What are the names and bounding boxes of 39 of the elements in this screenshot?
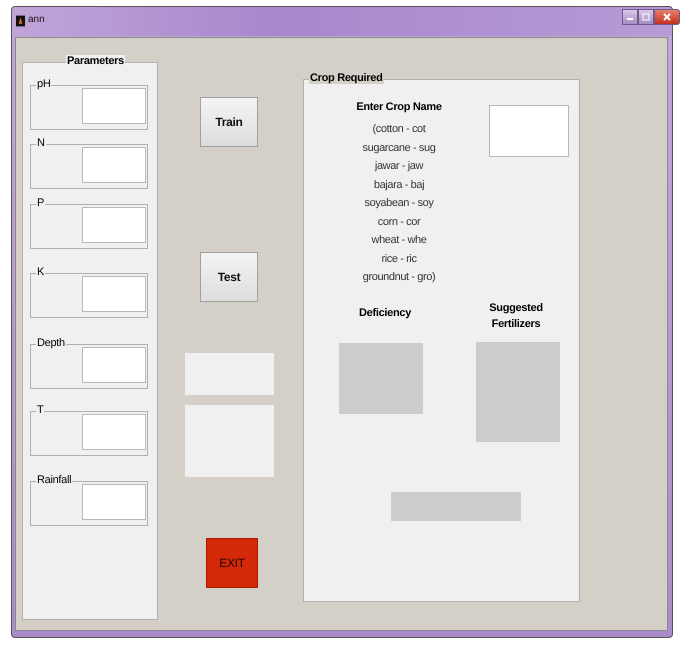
- maximize-icon: [642, 13, 650, 21]
- parameter-label: T: [36, 404, 44, 416]
- panel-title: Crop Required: [309, 72, 384, 84]
- prompt-label: Enter Crop Name: [356, 101, 442, 113]
- close-icon: [662, 12, 672, 22]
- parameter-label: Depth: [36, 337, 66, 349]
- input-field[interactable]: [82, 147, 146, 183]
- window-title: ann: [28, 14, 45, 25]
- app-icon: [16, 15, 25, 27]
- input-field[interactable]: [82, 484, 146, 520]
- crop-code-text: jawar - jaw: [374, 159, 424, 174]
- crop-code-text: bajara - baj: [374, 178, 424, 192]
- input-field[interactable]: [82, 88, 146, 124]
- crop-code-text: rice - ric: [381, 252, 417, 266]
- input-field[interactable]: [82, 276, 146, 312]
- parameter-label: K: [36, 266, 46, 278]
- close-button[interactable]: [654, 9, 680, 25]
- crop-code-text: corn - cor: [378, 214, 420, 230]
- crop-input-field[interactable]: [489, 105, 569, 157]
- input-field[interactable]: [82, 207, 146, 243]
- panel-title: Parameters: [66, 55, 125, 67]
- crop-code-text: sugarcane - sug: [362, 140, 436, 156]
- crop-code-text: soyabean - soy: [364, 196, 434, 211]
- maximize-button[interactable]: [638, 9, 654, 25]
- crop-code-text: wheat - whe: [372, 233, 426, 248]
- action-button[interactable]: EXIT: [206, 538, 258, 588]
- parameter-label: Rainfall: [36, 474, 72, 486]
- parameter-label: pH: [36, 78, 52, 90]
- action-button[interactable]: Test: [200, 252, 258, 302]
- deficiency-label: Deficiency: [359, 307, 412, 319]
- crop-code-text: groundnut - gro): [362, 270, 436, 285]
- input-field[interactable]: [82, 347, 146, 383]
- input-field[interactable]: [82, 414, 146, 450]
- parameter-label: N: [36, 137, 46, 149]
- minimize-button[interactable]: [622, 9, 638, 25]
- fertilizers-label: Suggested Fertilizers: [488, 301, 544, 332]
- crop-code-text: (cotton - cot: [372, 122, 426, 137]
- parameter-label: P: [36, 197, 46, 209]
- action-button[interactable]: Train: [200, 97, 258, 147]
